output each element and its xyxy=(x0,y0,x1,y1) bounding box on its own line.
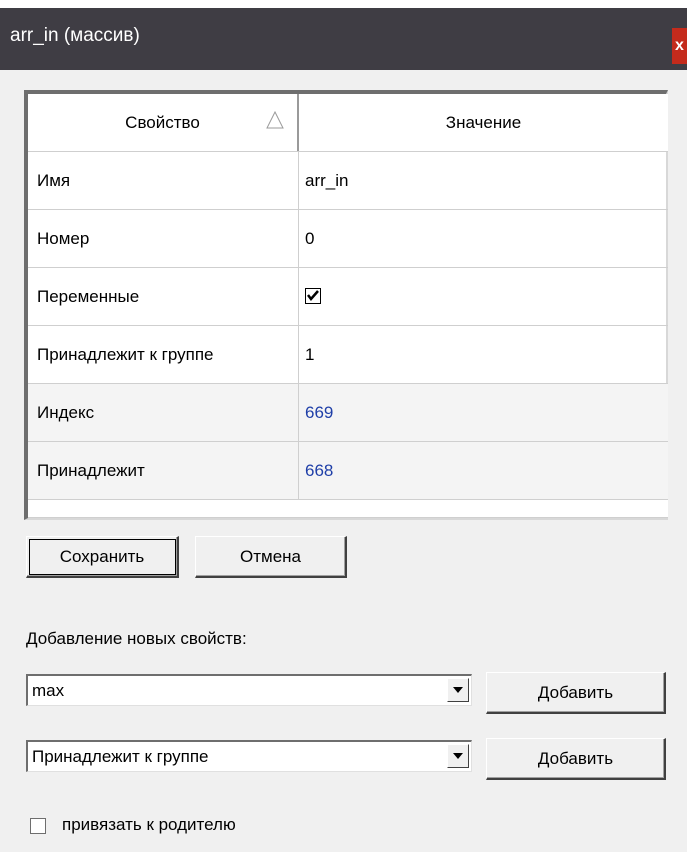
chevron-down-icon xyxy=(453,753,463,759)
table-row[interactable]: Принадлежит 668 xyxy=(28,442,668,500)
checkmark-icon xyxy=(307,289,319,301)
table-row[interactable]: Переменные xyxy=(28,268,668,326)
column-header-property[interactable]: Свойство xyxy=(28,94,299,151)
grid-header: Свойство Значение xyxy=(28,94,668,152)
sort-ascending-icon xyxy=(266,110,284,129)
close-button[interactable]: x xyxy=(672,28,687,64)
window-title: arr_in (массив) xyxy=(10,25,140,46)
dropdown-button[interactable] xyxy=(447,744,469,768)
add-button-2[interactable]: Добавить xyxy=(486,738,666,780)
bind-parent-checkbox[interactable] xyxy=(30,818,46,834)
property-name: Переменные xyxy=(28,268,299,325)
cancel-button[interactable]: Отмена xyxy=(195,536,347,578)
property-value[interactable]: 0 xyxy=(299,210,668,267)
property-name: Принадлежит к группе xyxy=(28,326,299,383)
property-name: Индекс xyxy=(28,384,299,441)
property-value[interactable]: 1 xyxy=(299,326,668,383)
title-bar[interactable]: arr_in (массив) x xyxy=(0,8,687,70)
grid-empty-area xyxy=(28,500,668,518)
property-value[interactable]: arr_in xyxy=(299,152,668,209)
table-row[interactable]: Принадлежит к группе 1 xyxy=(28,326,668,384)
table-row[interactable]: Индекс 669 xyxy=(28,384,668,442)
property-combo-value: max xyxy=(32,681,65,700)
property-name: Номер xyxy=(28,210,299,267)
group-combo[interactable]: Принадлежит к группе xyxy=(26,740,472,772)
property-combo[interactable]: max xyxy=(26,674,472,706)
add-button[interactable]: Добавить xyxy=(486,672,666,714)
save-button[interactable]: Сохранить xyxy=(26,536,179,578)
property-value-link[interactable]: 668 xyxy=(299,442,668,499)
chevron-down-icon xyxy=(453,687,463,693)
group-combo-value: Принадлежит к группе xyxy=(32,747,209,766)
property-name: Принадлежит xyxy=(28,442,299,499)
dropdown-button[interactable] xyxy=(447,678,469,702)
property-value-checkbox-cell[interactable] xyxy=(299,268,668,325)
add-properties-label: Добавление новых свойств: xyxy=(26,629,247,648)
property-name: Имя xyxy=(28,152,299,209)
property-grid[interactable]: Свойство Значение Имя arr_in Номер 0 Пер… xyxy=(24,90,668,520)
dialog-body: Свойство Значение Имя arr_in Номер 0 Пер… xyxy=(0,70,687,852)
property-value-link[interactable]: 669 xyxy=(299,384,668,441)
column-header-value[interactable]: Значение xyxy=(299,94,668,151)
column-header-property-label: Свойство xyxy=(125,113,200,132)
column-header-value-label: Значение xyxy=(445,113,522,132)
bind-parent-label[interactable]: привязать к родителю xyxy=(62,815,236,835)
table-row[interactable]: Имя arr_in xyxy=(28,152,668,210)
variables-checkbox[interactable] xyxy=(305,287,321,304)
table-row[interactable]: Номер 0 xyxy=(28,210,668,268)
